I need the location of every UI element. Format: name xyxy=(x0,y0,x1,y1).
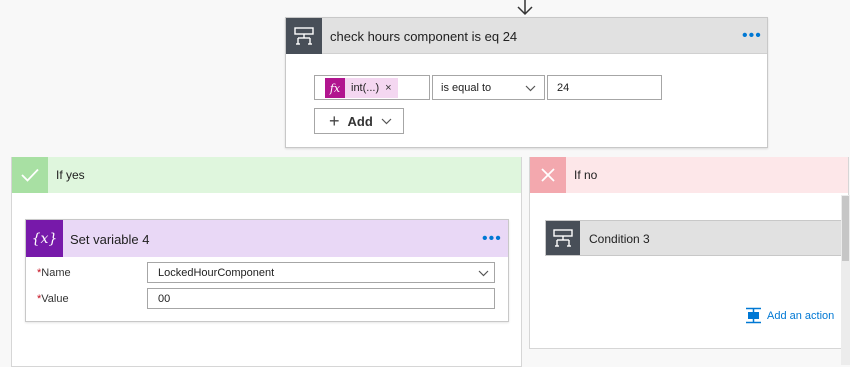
name-select[interactable]: LockedHourComponent xyxy=(147,262,495,283)
condition-icon xyxy=(546,221,580,255)
more-options-icon[interactable]: ••• xyxy=(742,28,762,44)
left-operand-field[interactable]: fx int(...) × xyxy=(314,75,430,100)
scrollbar-thumb[interactable] xyxy=(842,196,849,261)
value-field-label: *Value xyxy=(37,293,69,305)
condition-card: check hours component is eq 24 ••• fx in… xyxy=(285,17,768,148)
variable-icon: {x} xyxy=(26,220,63,257)
add-action-icon xyxy=(746,307,761,324)
more-options-icon[interactable]: ••• xyxy=(482,231,502,247)
value-input[interactable]: 00 xyxy=(147,288,495,309)
right-operand-field[interactable]: 24 xyxy=(547,75,662,100)
chevron-down-icon xyxy=(525,85,536,92)
plus-icon: + xyxy=(329,111,340,131)
if-yes-title: If yes xyxy=(56,168,85,182)
if-yes-header: If yes xyxy=(12,157,521,193)
condition-title[interactable]: check hours component is eq 24 xyxy=(330,29,517,44)
add-button-label: Add xyxy=(347,113,373,129)
close-icon xyxy=(530,157,566,193)
remove-token-icon[interactable]: × xyxy=(385,82,391,94)
set-variable-card: {x} Set variable 4 ••• *Name LockedHourC… xyxy=(25,219,509,322)
if-no-title: If no xyxy=(574,168,598,182)
add-button[interactable]: + Add xyxy=(314,108,404,134)
expression-token[interactable]: fx int(...) × xyxy=(325,78,398,98)
fx-icon: fx xyxy=(325,78,345,98)
name-field-label: *Name xyxy=(37,267,71,279)
condition-3-title[interactable]: Condition 3 xyxy=(589,232,650,246)
operator-select[interactable]: is equal to xyxy=(432,75,545,100)
checkmark-icon xyxy=(12,157,48,193)
condition-3-card[interactable]: Condition 3 xyxy=(545,220,845,256)
condition-header[interactable]: check hours component is eq 24 ••• xyxy=(286,18,767,54)
name-select-value: LockedHourComponent xyxy=(158,267,275,279)
set-variable-header[interactable]: {x} Set variable 4 ••• xyxy=(26,220,508,257)
add-an-action-link[interactable]: Add an action xyxy=(745,307,834,324)
chevron-down-icon xyxy=(478,270,489,277)
arrow-down-icon xyxy=(517,0,533,16)
chevron-down-icon xyxy=(381,118,392,124)
operator-select-value: is equal to xyxy=(441,82,492,94)
condition-icon xyxy=(286,18,322,54)
add-an-action-label: Add an action xyxy=(767,309,835,322)
if-no-header: If no xyxy=(530,157,848,193)
value-input-text: 00 xyxy=(158,293,171,305)
expression-token-label: int(...) xyxy=(351,82,380,94)
right-operand-value: 24 xyxy=(557,82,570,94)
set-variable-title[interactable]: Set variable 4 xyxy=(70,232,150,247)
